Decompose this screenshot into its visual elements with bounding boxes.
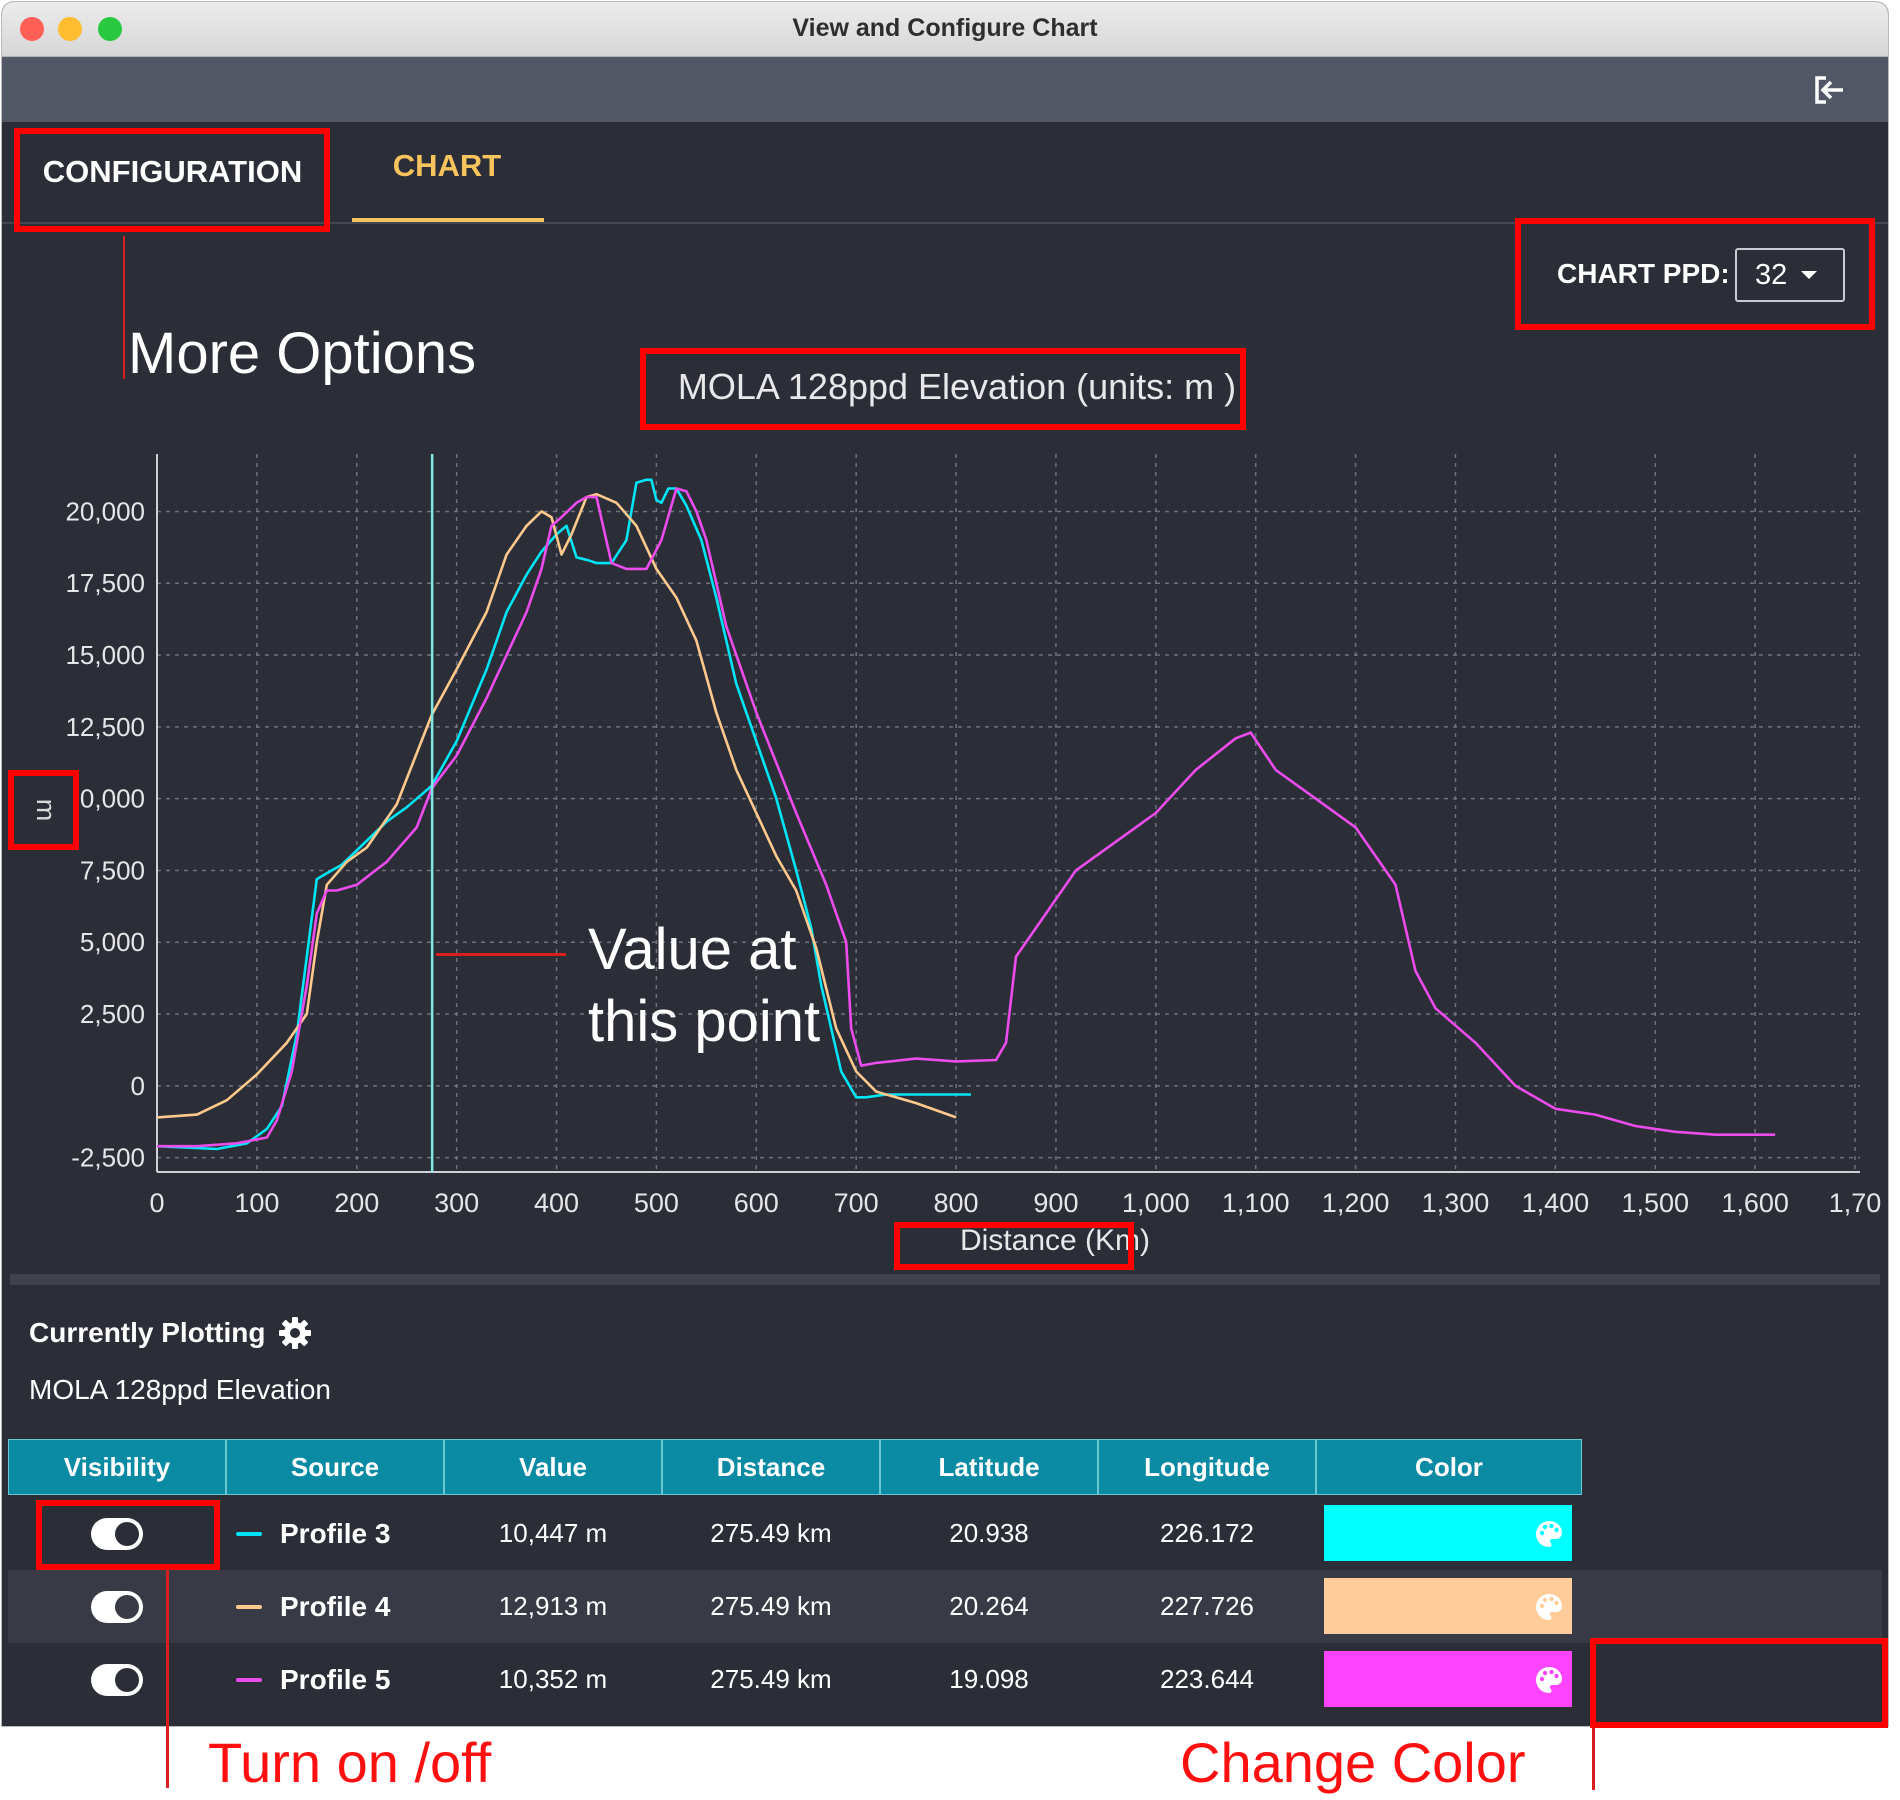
y-tick-label: 0 (131, 1071, 145, 1101)
col-header-color: Color (1316, 1439, 1582, 1495)
x-tick-label: 500 (634, 1188, 679, 1218)
currently-plotting-label: Currently Plotting (29, 1317, 266, 1348)
x-tick-label: 900 (1033, 1188, 1078, 1218)
latitude-cell: 20.938 (949, 1518, 1029, 1548)
x-tick-label: 1,200 (1322, 1188, 1390, 1218)
visibility-toggle[interactable] (91, 1590, 143, 1623)
source-label: Profile 3 (280, 1517, 391, 1549)
annotation-box-x-label (894, 1222, 1134, 1270)
palette-icon (1536, 1521, 1562, 1547)
chart-series (156, 478, 1776, 1151)
x-tick-label: 100 (234, 1188, 279, 1218)
y-tick-label: 15,000 (65, 640, 145, 670)
col-header-latitude: Latitude (880, 1439, 1098, 1495)
palette-icon (1536, 1667, 1562, 1693)
chart-grid (156, 454, 1860, 1172)
x-tick-label: 1,000 (1122, 1188, 1190, 1218)
y-tick-label: 20,000 (65, 496, 145, 526)
source-label: Profile 4 (280, 1590, 391, 1622)
value-cell: 10,352 m (498, 1664, 608, 1694)
x-tick-label: 1,500 (1621, 1188, 1689, 1218)
annotation-line-toggle (166, 1570, 169, 1788)
annotation-box-ppd (1515, 218, 1875, 330)
y-tick-label: 7,500 (80, 855, 145, 885)
visibility-toggle[interactable] (91, 1663, 143, 1696)
annotation-turn-on-off: Turn on /off (208, 1731, 492, 1794)
x-tick-label: 800 (934, 1188, 979, 1218)
y-tick-label: 17,500 (65, 568, 145, 598)
annotation-box-configuration (14, 128, 330, 232)
annotation-line-configuration (123, 236, 125, 379)
annotation-box-y-label (8, 770, 79, 850)
x-tick-label: 1,600 (1721, 1188, 1789, 1218)
section-divider (10, 1274, 1880, 1285)
series-color-dash (236, 1604, 262, 1609)
chart-axes (156, 454, 1860, 1173)
y-tick-label: 0,000 (80, 784, 145, 814)
color-swatch-button[interactable] (1324, 1505, 1572, 1561)
annotation-more-options: More Options (128, 321, 477, 386)
y-tick-label: -2,500 (71, 1143, 145, 1173)
annotation-line-color (1592, 1728, 1595, 1790)
table-row: Profile 3 10,447 m 275.49 km 20.938 226.… (8, 1497, 1882, 1570)
x-tick-label: 1,70 (1829, 1188, 1882, 1218)
x-tick-label: 1,300 (1422, 1188, 1490, 1218)
x-tick-label: 1,100 (1222, 1188, 1290, 1218)
col-header-value: Value (444, 1439, 662, 1495)
palette-icon (1536, 1594, 1562, 1620)
longitude-cell: 227.726 (1160, 1591, 1254, 1621)
table-row: Profile 4 12,913 m 275.49 km 20.264 227.… (8, 1570, 1882, 1643)
x-tick-label: 1,400 (1522, 1188, 1590, 1218)
color-swatch-button[interactable] (1324, 1578, 1572, 1634)
x-tick-label: 200 (334, 1188, 379, 1218)
annotation-value-line1: Value at (588, 917, 797, 982)
annotation-box-color (1590, 1638, 1888, 1728)
value-cell: 12,913 m (498, 1591, 608, 1621)
y-tick-label: 12,500 (65, 712, 145, 742)
x-tick-label: 400 (534, 1188, 579, 1218)
annotation-change-color: Change Color (1180, 1731, 1526, 1794)
dataset-label: MOLA 128ppd Elevation (29, 1374, 331, 1405)
x-tick-label: 600 (734, 1188, 779, 1218)
value-cell: 10,447 m (498, 1518, 608, 1548)
distance-cell: 275.49 km (710, 1591, 832, 1621)
x-tick-label: 300 (434, 1188, 479, 1218)
annotation-line-cursor (436, 953, 566, 956)
latitude-cell: 19.098 (949, 1664, 1029, 1694)
latitude-cell: 20.264 (949, 1591, 1029, 1621)
series-line-5 (157, 487, 1776, 1148)
annotation-box-toggle (36, 1500, 220, 1570)
col-header-distance: Distance (662, 1439, 880, 1495)
series-color-dash (236, 1677, 262, 1682)
annotation-value-line2: this point (588, 989, 821, 1054)
color-swatch-button[interactable] (1324, 1651, 1572, 1707)
annotation-box-title (640, 348, 1246, 430)
col-header-visibility: Visibility (8, 1439, 226, 1495)
chart-ticks: 0 100 200 300 400 500 600 700 800 900 1,000 1,100 1,… (65, 496, 1881, 1218)
longitude-cell: 226.172 (1160, 1518, 1254, 1548)
distance-cell: 275.49 km (710, 1518, 832, 1548)
distance-cell: 275.49 km (710, 1664, 832, 1694)
col-header-source: Source (226, 1439, 444, 1495)
source-label: Profile 5 (280, 1663, 391, 1695)
gear-icon[interactable] (278, 1316, 312, 1350)
y-tick-label: 2,500 (80, 999, 145, 1029)
longitude-cell: 223.644 (1160, 1664, 1254, 1694)
col-header-longitude: Longitude (1098, 1439, 1316, 1495)
series-color-dash (236, 1531, 262, 1536)
x-tick-label: 0 (149, 1188, 164, 1218)
series-line-3 (156, 478, 971, 1151)
x-tick-label: 700 (834, 1188, 879, 1218)
table-header: Visibility Source Value Distance Latitud… (8, 1439, 1882, 1497)
y-tick-label: 5,000 (80, 927, 145, 957)
